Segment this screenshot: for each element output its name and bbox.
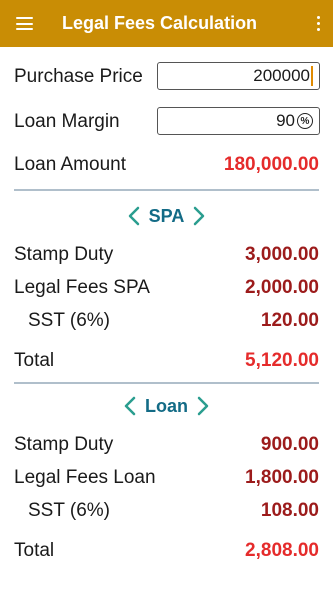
loan-sst-value: 108.00 [260, 500, 319, 521]
menu-button[interactable] [0, 0, 48, 47]
percent-icon: % [297, 113, 313, 129]
chevron-right-icon[interactable] [190, 204, 208, 228]
spa-legal-fees-row: Legal Fees SPA 2,000.00 [14, 273, 319, 303]
spa-section-title: SPA [148, 205, 185, 226]
spa-section-header: SPA [0, 203, 333, 229]
purchase-price-label: Purchase Price [14, 66, 143, 87]
loan-stamp-duty-label: Stamp Duty [14, 434, 114, 455]
spa-stamp-duty-row: Stamp Duty 3,000.00 [14, 240, 319, 270]
divider [14, 382, 319, 384]
spa-legal-fees-value: 2,000.00 [245, 277, 319, 298]
loan-margin-label: Loan Margin [14, 111, 120, 132]
purchase-price-value: 200000 [253, 66, 310, 85]
loan-section-header: Loan [0, 393, 333, 419]
chevron-left-icon[interactable] [121, 394, 139, 418]
spa-sst-value: 120.00 [260, 310, 319, 331]
loan-total-row: Total 2,808.00 [14, 536, 319, 566]
loan-legal-fees-value: 1,800.00 [245, 467, 319, 488]
loan-total-value: 2,808.00 [245, 540, 319, 561]
purchase-price-input[interactable]: 200000 [157, 62, 320, 90]
loan-sst-row: SST (6%) 108.00 [14, 496, 319, 526]
app-title: Legal Fees Calculation [62, 13, 258, 33]
loan-sst-label: SST (6%) [28, 500, 111, 521]
loan-margin-value: 90 [276, 111, 295, 130]
app-bar: Legal Fees Calculation [0, 0, 333, 47]
spa-total-label: Total [14, 350, 55, 371]
chevron-left-icon[interactable] [125, 204, 143, 228]
loan-total-label: Total [14, 540, 55, 561]
loan-amount-label: Loan Amount [14, 154, 126, 175]
chevron-right-icon[interactable] [194, 394, 212, 418]
loan-section-title: Loan [145, 395, 188, 416]
text-caret [311, 66, 313, 86]
spa-stamp-duty-label: Stamp Duty [14, 244, 114, 265]
spa-legal-fees-label: Legal Fees SPA [14, 277, 150, 298]
spa-sst-label: SST (6%) [28, 310, 111, 331]
spa-total-value: 5,120.00 [245, 350, 319, 371]
loan-legal-fees-label: Legal Fees Loan [14, 467, 156, 488]
loan-legal-fees-row: Legal Fees Loan 1,800.00 [14, 463, 319, 493]
spa-sst-row: SST (6%) 120.00 [14, 306, 319, 336]
loan-margin-input[interactable]: 90 % [157, 107, 320, 135]
loan-stamp-duty-row: Stamp Duty 900.00 [14, 430, 319, 460]
loan-amount-value: 180,000.00 [223, 154, 319, 175]
loan-stamp-duty-value: 900.00 [260, 434, 319, 455]
loan-amount-row: Loan Amount 180,000.00 [14, 150, 319, 180]
hamburger-icon [15, 17, 33, 30]
divider [14, 189, 319, 191]
overflow-menu-icon[interactable] [303, 0, 333, 47]
spa-total-row: Total 5,120.00 [14, 346, 319, 376]
spa-stamp-duty-value: 3,000.00 [245, 244, 319, 265]
